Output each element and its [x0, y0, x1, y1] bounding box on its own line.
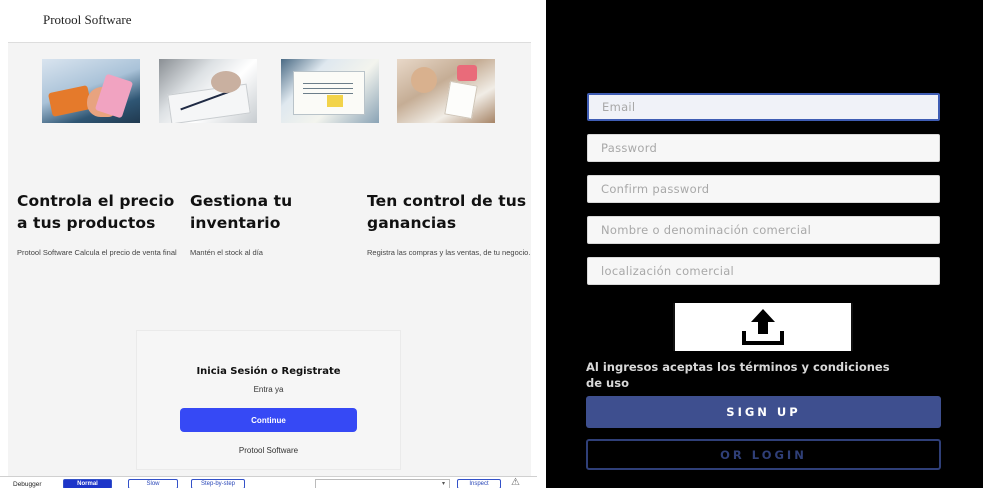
mode-normal-button[interactable]: Normal	[63, 479, 112, 488]
feature-inventory: Gestiona tu inventario Mantén el stock a…	[190, 190, 360, 259]
debugger-label: Debugger	[13, 481, 42, 488]
business-location-field[interactable]	[587, 257, 940, 285]
warning-icon[interactable]: ⚠	[511, 477, 520, 488]
inspect-button[interactable]: Inspect	[457, 479, 501, 488]
signup-panel: Al ingresos aceptas los términos y condi…	[546, 0, 983, 488]
email-field[interactable]	[587, 93, 940, 121]
mode-slow-button[interactable]: Slow	[128, 479, 178, 488]
feature-profits: Ten control de tus ganancias Registra la…	[367, 190, 537, 259]
chevron-down-icon: ▾	[441, 481, 445, 487]
feature-description: Mantén el stock al día	[190, 248, 263, 257]
login-card-footer: Protool Software	[238, 446, 299, 455]
brand-name: Protool Software	[43, 12, 132, 27]
feature-title: Gestiona tu inventario	[190, 192, 293, 232]
continue-button[interactable]: Continue	[180, 408, 357, 432]
sticky-note-desk-photo	[281, 59, 379, 123]
debugger-toolbar: Debugger Normal Slow Step-by-step ▾ Insp…	[0, 476, 537, 488]
mode-step-button[interactable]: Step-by-step	[191, 479, 245, 488]
debugger-select[interactable]: ▾	[315, 479, 450, 488]
phone-desk-photo	[397, 59, 495, 123]
feature-pricing: Controla el precio a tus productos Proto…	[17, 190, 187, 259]
sign-up-button[interactable]: SIGN UP	[586, 396, 941, 428]
password-field[interactable]	[587, 134, 940, 162]
confirm-password-field[interactable]	[587, 175, 940, 203]
terms-text: Al ingresos aceptas los términos y condi…	[586, 360, 890, 390]
or-login-button[interactable]: OR LOGIN	[586, 439, 941, 470]
calculator-photo	[42, 59, 140, 123]
feature-title: Controla el precio a tus productos	[17, 192, 175, 232]
feature-description: Registra las compras y las ventas, de tu…	[367, 248, 531, 257]
login-card-title: Inicia Sesión o Registrate	[196, 366, 341, 377]
landing-panel: Protool Software Controla el precio a tu…	[0, 0, 537, 488]
login-card: Inicia Sesión o Registrate Entra ya Cont…	[136, 330, 401, 470]
pen-on-paper-photo	[159, 59, 257, 123]
business-name-field[interactable]	[587, 216, 940, 244]
login-card-subtitle: Entra ya	[253, 385, 284, 394]
upload-icon	[742, 309, 784, 345]
feature-title: Ten control de tus ganancias	[367, 192, 527, 232]
feature-description: Protool Software Calcula el precio de ve…	[17, 248, 177, 257]
divider	[537, 0, 546, 488]
upload-button[interactable]	[673, 303, 853, 351]
